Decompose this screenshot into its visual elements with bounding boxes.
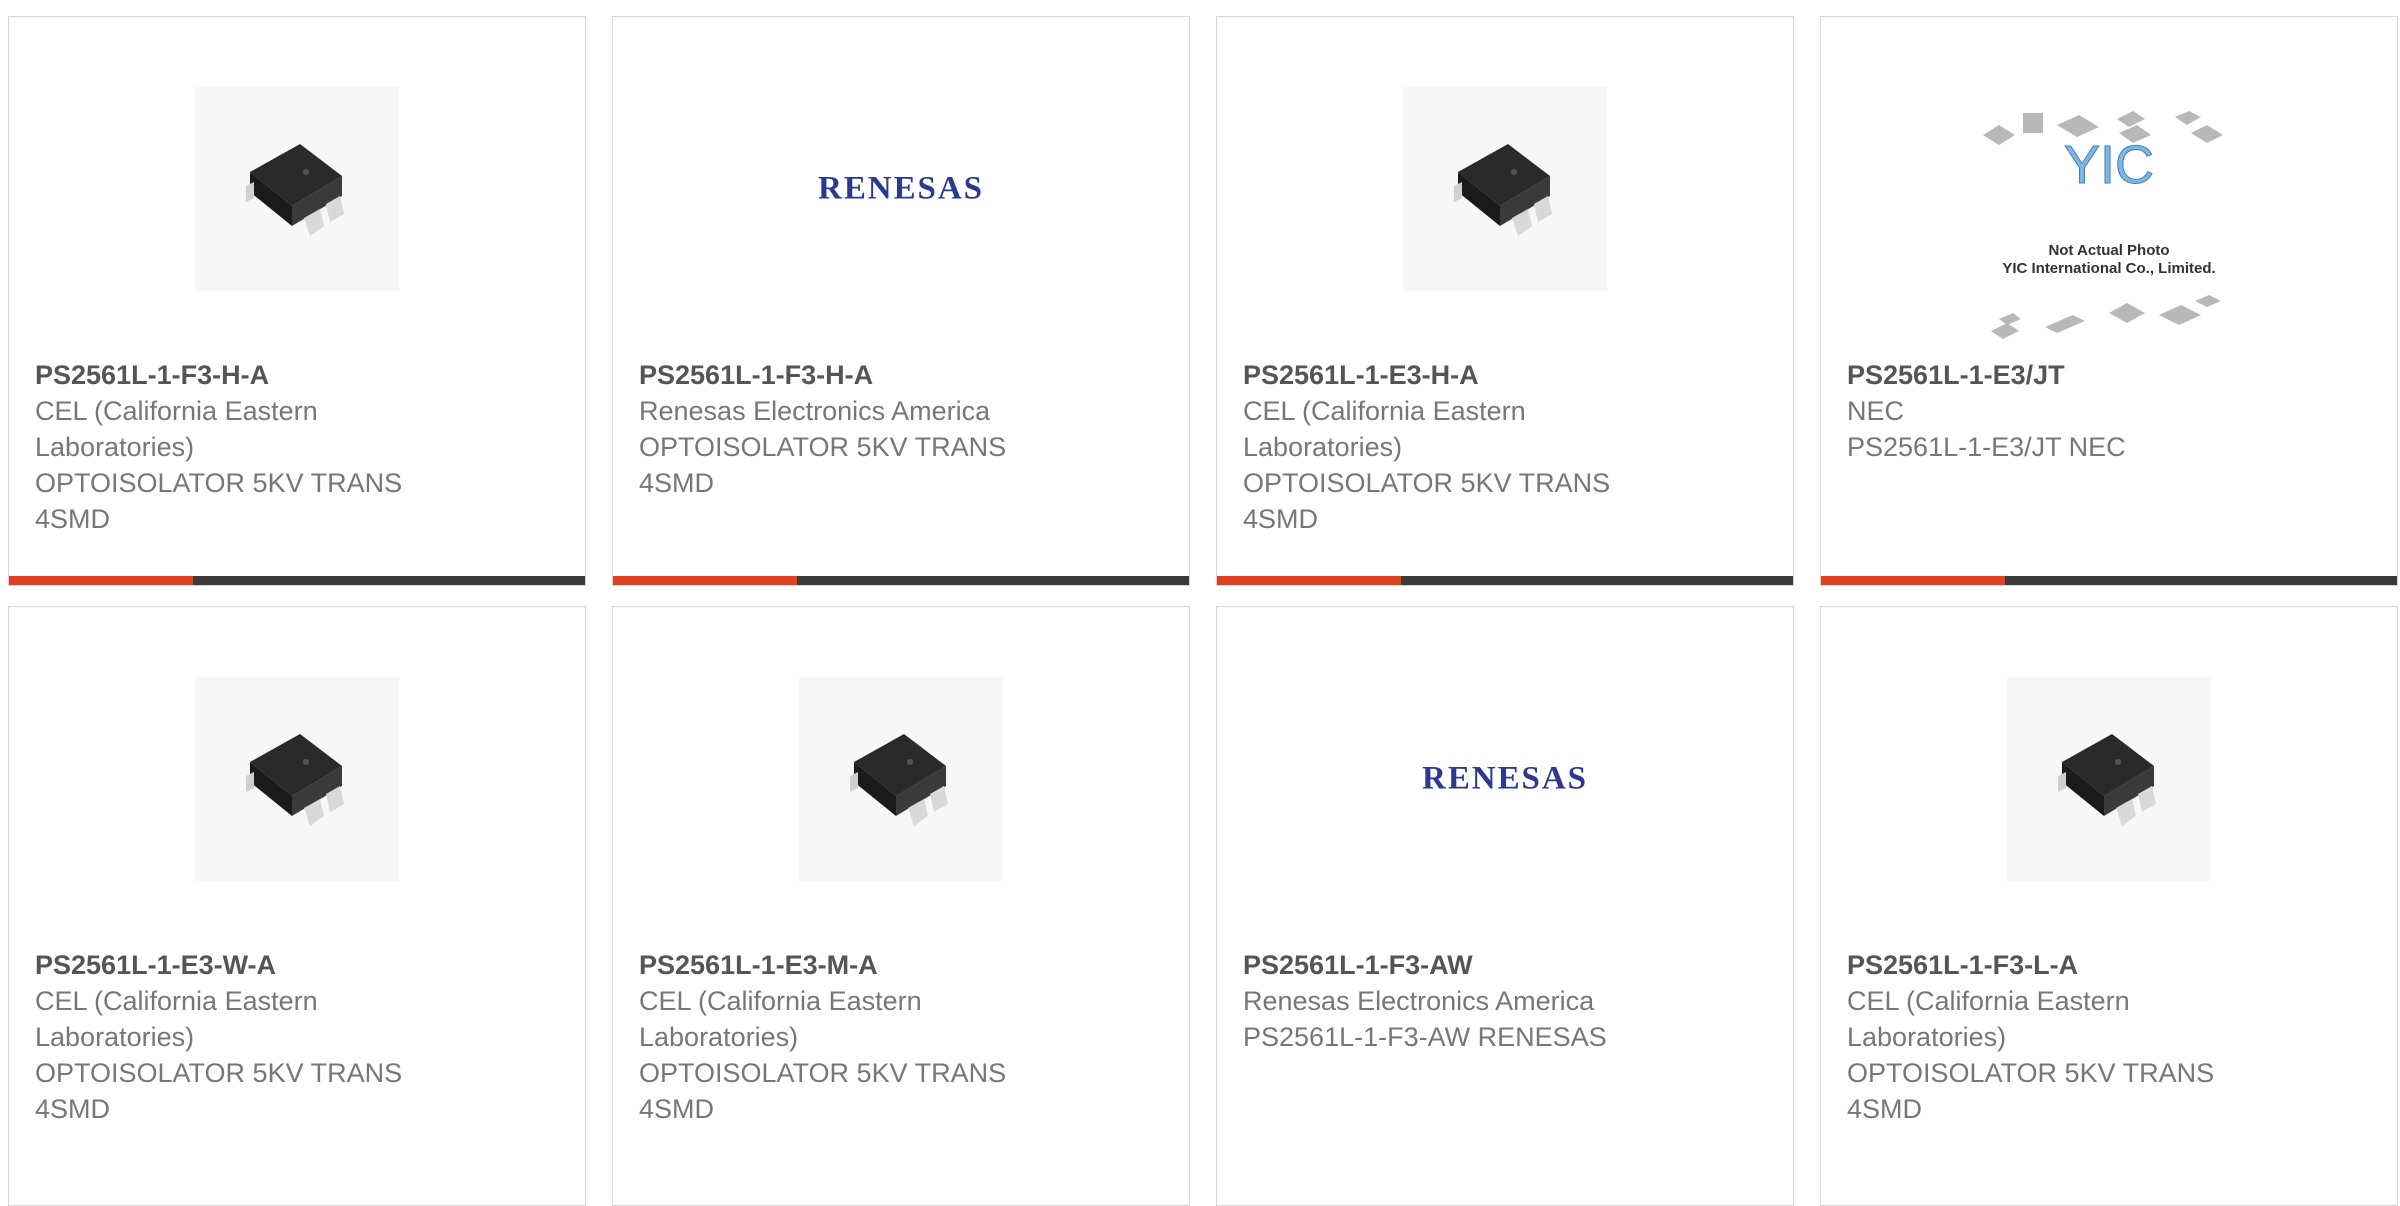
product-card[interactable]: PS2561L-1-F3-H-A CEL (California Eastern… [8, 16, 586, 586]
renesas-logo-text: RENESAS [1422, 761, 1588, 797]
placeholder-caption: YIC International Co., Limited. [2002, 260, 2215, 277]
manufacturer-line: Renesas Electronics America [1243, 986, 1595, 1016]
optoisolator-chip-icon [246, 734, 344, 826]
description-line: OPTOISOLATOR 5KV TRANS [35, 468, 403, 498]
product-image[interactable]: RENESAS [1403, 677, 1607, 881]
manufacturer-line: Laboratories) [1847, 1022, 2007, 1052]
part-number-link[interactable]: PS2561L-1-F3-L-A [1847, 947, 2377, 983]
description-line: PS2561L-1-E3/JT NEC [1847, 432, 2126, 462]
product-info: PS2561L-1-E3/JT NEC PS2561L-1-E3/JT NEC [1847, 357, 2377, 465]
description-line: OPTOISOLATOR 5KV TRANS [639, 432, 1007, 462]
product-card[interactable]: RENESAS PS2561L-1-F3-H-A Renesas Electro… [612, 16, 1190, 586]
manufacturer-line: Laboratories) [639, 1022, 799, 1052]
manufacturer-line: CEL (California Eastern [639, 986, 922, 1016]
product-image[interactable] [195, 87, 399, 291]
manufacturer-line: Laboratories) [35, 432, 195, 462]
description-line: OPTOISOLATOR 5KV TRANS [639, 1058, 1007, 1088]
product-grid: PS2561L-1-F3-H-A CEL (California Eastern… [8, 16, 2398, 1206]
yic-placeholder-image: YIC Not Actual Photo YIC International C… [1983, 111, 2223, 339]
product-info: PS2561L-1-E3-W-A CEL (California Eastern… [35, 947, 565, 1127]
card-accent-bar [9, 576, 193, 585]
product-image[interactable] [195, 677, 399, 881]
product-info: PS2561L-1-E3-H-A CEL (California Eastern… [1243, 357, 1773, 537]
placeholder-caption: Not Actual Photo [2048, 242, 2169, 259]
part-number-link[interactable]: PS2561L-1-F3-H-A [639, 357, 1169, 393]
renesas-logo: RENESAS [1422, 761, 1588, 797]
renesas-logo: RENESAS [818, 171, 984, 207]
description-line: 4SMD [639, 468, 715, 498]
product-info: PS2561L-1-F3-L-A CEL (California Eastern… [1847, 947, 2377, 1127]
manufacturer-line: CEL (California Eastern [35, 396, 318, 426]
product-card[interactable]: YIC Not Actual Photo YIC International C… [1820, 16, 2398, 586]
description-line: 4SMD [1243, 504, 1319, 534]
product-image[interactable] [2007, 677, 2211, 881]
product-image[interactable] [1403, 87, 1607, 291]
description-line: PS2561L-1-F3-AW RENESAS [1243, 1022, 1607, 1052]
card-accent-bar [1217, 576, 1401, 585]
yic-logo-text: YIC [2064, 135, 2154, 195]
part-number-link[interactable]: PS2561L-1-E3-M-A [639, 947, 1169, 983]
product-card[interactable]: PS2561L-1-E3-M-A CEL (California Eastern… [612, 606, 1190, 1206]
description-line: OPTOISOLATOR 5KV TRANS [35, 1058, 403, 1088]
description-line: OPTOISOLATOR 5KV TRANS [1847, 1058, 2215, 1088]
product-image[interactable] [799, 677, 1003, 881]
card-accent-bar [613, 576, 797, 585]
product-card[interactable]: PS2561L-1-E3-W-A CEL (California Eastern… [8, 606, 586, 1206]
description-line: 4SMD [639, 1094, 715, 1124]
part-number-link[interactable]: PS2561L-1-F3-H-A [35, 357, 565, 393]
optoisolator-chip-icon [246, 144, 344, 236]
product-card[interactable]: PS2561L-1-E3-H-A CEL (California Eastern… [1216, 16, 1794, 586]
optoisolator-chip-icon [850, 734, 948, 826]
product-info: PS2561L-1-E3-M-A CEL (California Eastern… [639, 947, 1169, 1127]
product-card[interactable]: RENESAS PS2561L-1-F3-AW Renesas Electron… [1216, 606, 1794, 1206]
description-line: 4SMD [35, 504, 111, 534]
part-number-link[interactable]: PS2561L-1-E3-W-A [35, 947, 565, 983]
manufacturer-line: CEL (California Eastern [1243, 396, 1526, 426]
part-number-link[interactable]: PS2561L-1-E3-H-A [1243, 357, 1773, 393]
product-card[interactable]: PS2561L-1-F3-L-A CEL (California Eastern… [1820, 606, 2398, 1206]
card-bottom-bar [1217, 576, 1793, 585]
card-accent-bar [1821, 576, 2005, 585]
part-number-link[interactable]: PS2561L-1-F3-AW [1243, 947, 1773, 983]
card-bottom-bar [613, 576, 1189, 585]
part-number-link[interactable]: PS2561L-1-E3/JT [1847, 357, 2377, 393]
product-info: PS2561L-1-F3-H-A CEL (California Eastern… [35, 357, 565, 537]
product-info: PS2561L-1-F3-AW Renesas Electronics Amer… [1243, 947, 1773, 1055]
manufacturer-line: CEL (California Eastern [35, 986, 318, 1016]
optoisolator-chip-icon [1454, 144, 1552, 236]
card-bottom-bar [1821, 576, 2397, 585]
description-line: 4SMD [1847, 1094, 1923, 1124]
manufacturer-line: Renesas Electronics America [639, 396, 991, 426]
renesas-logo-text: RENESAS [818, 171, 984, 207]
description-line: OPTOISOLATOR 5KV TRANS [1243, 468, 1611, 498]
product-image[interactable]: RENESAS [799, 87, 1003, 291]
manufacturer-line: NEC [1847, 396, 1905, 426]
manufacturer-line: Laboratories) [35, 1022, 195, 1052]
description-line: 4SMD [35, 1094, 111, 1124]
card-bottom-bar [9, 576, 585, 585]
product-image[interactable]: YIC Not Actual Photo YIC International C… [1969, 105, 2249, 345]
product-info: PS2561L-1-F3-H-A Renesas Electronics Ame… [639, 357, 1169, 501]
manufacturer-line: Laboratories) [1243, 432, 1403, 462]
manufacturer-line: CEL (California Eastern [1847, 986, 2130, 1016]
optoisolator-chip-icon [2058, 734, 2156, 826]
